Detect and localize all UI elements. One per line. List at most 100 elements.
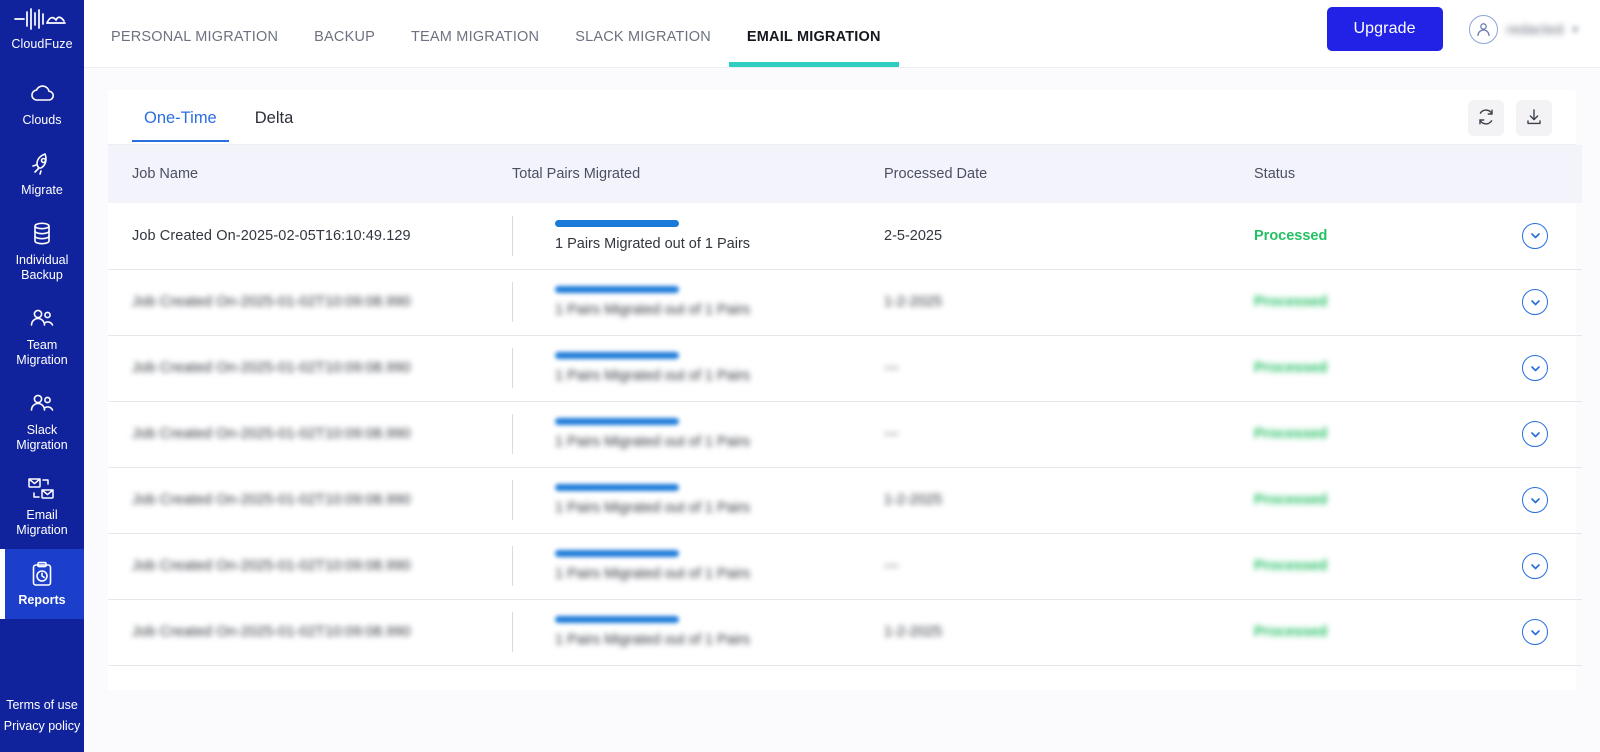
cell-job-name: Job Created On-2025-02-05T16:10:49.129 <box>132 227 411 244</box>
cell-processed-date: --- <box>884 558 899 574</box>
card-header: One-Time Delta <box>108 90 1576 145</box>
cell-job-name: Job Created On-2025-01-02T10:09:08.990 <box>132 492 411 508</box>
progress-bar <box>555 219 679 227</box>
cell-divider <box>512 480 513 520</box>
table-row[interactable]: Job Created On-2025-02-05T16:10:49.129 1 … <box>108 203 1582 270</box>
column-header-status: Status <box>1254 145 1522 203</box>
status-badge: Processed <box>1254 294 1328 310</box>
sidebar-item-label: Email Migration <box>16 508 68 537</box>
chevron-down-icon: ▾ <box>1572 23 1578 36</box>
cell-divider <box>512 612 513 652</box>
expand-row-button[interactable] <box>1522 289 1548 315</box>
tab-email-migration[interactable]: EMAIL MIGRATION <box>728 29 899 67</box>
sidebar-item-label: Clouds <box>22 113 62 127</box>
table-row[interactable]: Job Created On-2025-01-02T10:09:08.990 1 … <box>108 533 1582 600</box>
jobs-table: Job Name Total Pairs Migrated Processed … <box>108 145 1582 666</box>
user-menu[interactable]: redacted ▾ <box>1468 14 1578 44</box>
sidebar-item-label: Reports <box>18 593 66 607</box>
cell-processed-date: --- <box>884 426 899 442</box>
chevron-down-icon <box>1530 365 1540 371</box>
column-header-job-name: Job Name <box>108 145 512 203</box>
table-row[interactable]: Job Created On-2025-01-02T10:09:08.990 1 … <box>108 401 1582 468</box>
sidebar-item-individual-backup[interactable]: Individual Backup <box>0 209 84 294</box>
cell-total-pairs: 1 Pairs Migrated out of 1 Pairs <box>512 480 884 520</box>
sidebar-item-clouds[interactable]: Clouds <box>0 69 84 139</box>
chevron-down-icon <box>1530 431 1540 437</box>
sidebar-item-label: Slack Migration <box>16 423 68 452</box>
refresh-icon <box>1477 108 1495 129</box>
pairs-migrated-label: 1 Pairs Migrated out of 1 Pairs <box>555 235 751 252</box>
expand-row-button[interactable] <box>1522 553 1548 579</box>
tab-backup[interactable]: BACKUP <box>296 29 393 67</box>
chevron-down-icon <box>1530 233 1540 239</box>
content-area: One-Time Delta Job Name Total Pairs Migr… <box>84 68 1600 752</box>
cell-total-pairs: 1 Pairs Migrated out of 1 Pairs <box>512 215 884 256</box>
privacy-policy-link[interactable]: Privacy policy <box>4 717 80 736</box>
tab-one-time[interactable]: One-Time <box>132 103 229 142</box>
expand-row-button[interactable] <box>1522 355 1548 381</box>
chevron-down-icon <box>1530 497 1540 503</box>
cell-divider <box>512 348 513 388</box>
brand[interactable]: CloudFuze <box>0 0 84 51</box>
table-row[interactable]: Job Created On-2025-01-02T10:09:08.990 1 … <box>108 269 1582 336</box>
cell-total-pairs: 1 Pairs Migrated out of 1 Pairs <box>512 546 884 586</box>
sidebar: CloudFuze Clouds Migrate Individual Back… <box>0 0 84 752</box>
users-icon <box>28 390 56 418</box>
cell-processed-date: 2-5-2025 <box>884 227 943 244</box>
sidebar-item-migrate[interactable]: Migrate <box>0 139 84 209</box>
cloudfuze-logo-icon <box>14 6 70 32</box>
main-area: PERSONAL MIGRATION BACKUP TEAM MIGRATION… <box>84 0 1600 752</box>
column-header-total-pairs: Total Pairs Migrated <box>512 145 884 203</box>
status-badge: Processed <box>1254 360 1328 376</box>
table-row[interactable]: Job Created On-2025-01-02T10:09:08.990 1 … <box>108 335 1582 402</box>
table-row[interactable]: Job Created On-2025-01-02T10:09:08.990 1 … <box>108 467 1582 534</box>
expand-row-button[interactable] <box>1522 619 1548 645</box>
sidebar-item-label: Individual Backup <box>15 253 69 282</box>
sidebar-item-reports[interactable]: Reports <box>0 549 84 619</box>
cell-processed-date: 1-2-2025 <box>884 492 943 508</box>
pairs-migrated-label: 1 Pairs Migrated out of 1 Pairs <box>555 632 751 648</box>
tab-slack-migration[interactable]: SLACK MIGRATION <box>557 29 729 67</box>
sidebar-item-email-migration[interactable]: Email Migration <box>0 464 84 549</box>
cell-job-name: Job Created On-2025-01-02T10:09:08.990 <box>132 360 411 376</box>
cell-processed-date: 1-2-2025 <box>884 624 943 640</box>
pairs-migrated-label: 1 Pairs Migrated out of 1 Pairs <box>555 566 751 582</box>
cell-job-name: Job Created On-2025-01-02T10:09:08.990 <box>132 624 411 640</box>
upgrade-button[interactable]: Upgrade <box>1326 7 1443 51</box>
users-icon <box>28 305 56 333</box>
cloud-icon <box>29 80 56 108</box>
sidebar-item-team-migration[interactable]: Team Migration <box>0 294 84 379</box>
column-header-processed-date: Processed Date <box>884 145 1254 203</box>
topbar: PERSONAL MIGRATION BACKUP TEAM MIGRATION… <box>84 0 1600 68</box>
sidebar-item-slack-migration[interactable]: Slack Migration <box>0 379 84 464</box>
topbar-right: Upgrade redacted ▾ <box>1326 7 1578 67</box>
mail-swap-icon <box>27 475 57 503</box>
database-icon <box>31 220 53 248</box>
cell-job-name: Job Created On-2025-01-02T10:09:08.990 <box>132 426 411 442</box>
cell-divider <box>512 215 513 256</box>
progress-bar <box>555 550 679 557</box>
status-badge: Processed <box>1254 426 1328 442</box>
chevron-down-icon <box>1530 563 1540 569</box>
download-button[interactable] <box>1516 100 1552 136</box>
brand-name: CloudFuze <box>11 37 73 51</box>
jobs-card: One-Time Delta Job Name Total Pairs Migr… <box>108 90 1582 690</box>
progress-bar <box>555 352 679 359</box>
tab-team-migration[interactable]: TEAM MIGRATION <box>393 29 557 67</box>
expand-row-button[interactable] <box>1522 421 1548 447</box>
sidebar-item-label: Team Migration <box>16 338 68 367</box>
terms-of-use-link[interactable]: Terms of use <box>6 696 78 715</box>
table-row[interactable]: Job Created On-2025-01-02T10:09:08.990 1 … <box>108 599 1582 666</box>
tab-personal-migration[interactable]: PERSONAL MIGRATION <box>111 29 296 67</box>
tab-delta[interactable]: Delta <box>243 103 306 141</box>
sidebar-nav: Clouds Migrate Individual Backup Team Mi… <box>0 69 84 619</box>
refresh-button[interactable] <box>1468 100 1504 136</box>
expand-row-button[interactable] <box>1522 487 1548 513</box>
top-tab-bar: PERSONAL MIGRATION BACKUP TEAM MIGRATION… <box>84 0 899 67</box>
cell-total-pairs: 1 Pairs Migrated out of 1 Pairs <box>512 414 884 454</box>
cell-total-pairs: 1 Pairs Migrated out of 1 Pairs <box>512 282 884 322</box>
chevron-down-icon <box>1530 299 1540 305</box>
cell-divider <box>512 546 513 586</box>
expand-row-button[interactable] <box>1522 222 1548 249</box>
status-badge: Processed <box>1254 558 1328 574</box>
